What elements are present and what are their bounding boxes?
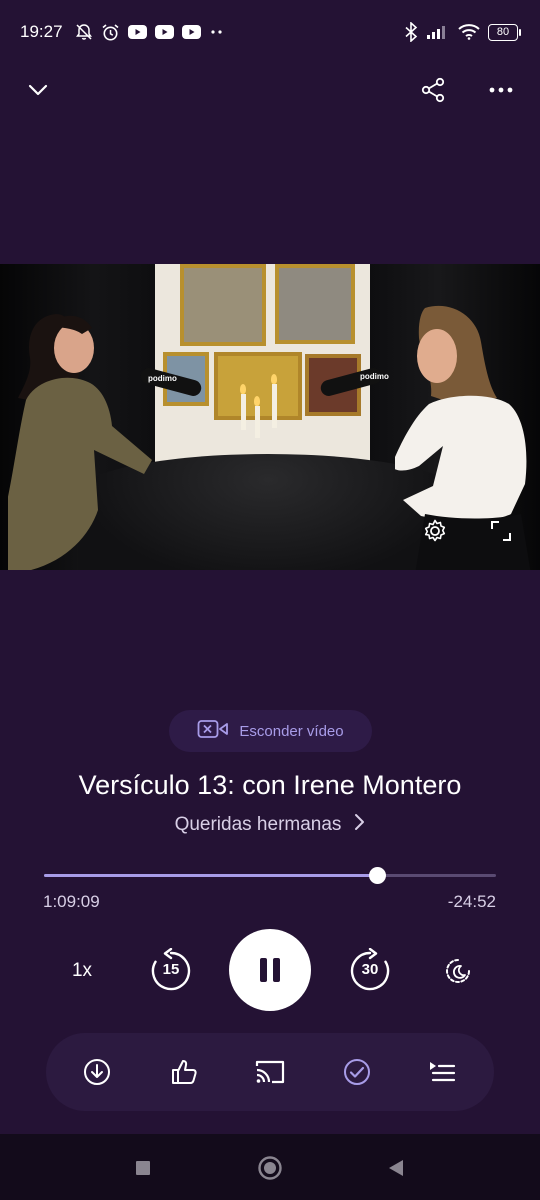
chevron-down-icon[interactable] [20,72,56,108]
candle [272,384,277,428]
pause-button[interactable] [229,929,311,1011]
queue-icon[interactable] [423,1053,461,1091]
candle [255,406,260,438]
progress-fill [44,874,377,877]
thumbs-up-icon[interactable] [165,1053,203,1091]
hide-video-label: Esconder vídeo [239,722,344,740]
skip-forward-label: 30 [361,961,379,978]
progress-bar[interactable] [44,867,496,884]
alarm-icon [101,23,120,42]
download-icon[interactable] [78,1053,116,1091]
fullscreen-icon[interactable] [483,513,519,549]
recents-icon[interactable] [129,1154,157,1182]
youtube-icon [154,25,174,39]
action-bar [46,1033,494,1111]
youtube-icon [127,25,147,39]
status-bar: 19:27 80 [0,0,540,64]
home-icon[interactable] [256,1154,284,1182]
muted-bell-icon [75,23,93,41]
settings-icon[interactable] [417,513,453,549]
video-player[interactable]: podimo podimo [0,264,540,570]
candle-flame [271,374,277,384]
cast-icon[interactable] [251,1053,289,1091]
more-horizontal-icon[interactable] [483,72,519,108]
candle [241,394,246,430]
player-top-bar [0,64,540,116]
skip-forward-button[interactable]: 30 [347,947,393,993]
check-circle-icon[interactable] [338,1053,376,1091]
signal-icon [426,24,450,40]
skip-back-label: 15 [162,961,180,978]
episode-title: Versículo 13: con Irene Montero [78,770,462,800]
mic-brand-label: podimo [360,372,389,381]
more-dots-icon [209,29,225,35]
youtube-icon [181,25,201,39]
remaining-time: -24:52 [447,892,496,911]
bluetooth-icon [404,22,418,42]
skip-back-button[interactable]: 15 [148,947,194,993]
sleep-timer-button[interactable] [440,953,476,989]
sleep-timer-icon [446,959,470,983]
system-nav-bar [0,1134,540,1200]
hide-video-icon [197,719,229,744]
battery-icon: 80 [488,23,521,41]
share-icon[interactable] [415,72,451,108]
back-icon[interactable] [382,1154,410,1182]
elapsed-time: 1:09:09 [43,892,100,911]
candle-flame [240,384,246,394]
hide-video-button[interactable]: Esconder vídeo [169,710,372,752]
painting-frame [275,264,355,344]
chevron-right-icon [353,813,365,837]
candle-flame [254,396,260,406]
progress-scrubber[interactable] [368,867,386,884]
video-person-left [4,314,158,570]
status-bar-left: 19:27 [20,22,225,42]
status-time: 19:27 [20,22,63,41]
wifi-icon [458,24,480,40]
painting-frame [180,264,266,346]
show-link[interactable]: Queridas hermanas [0,813,540,837]
show-name: Queridas hermanas [174,814,342,835]
pause-icon [260,958,280,982]
mic-brand-label: podimo [148,374,177,383]
status-bar-right: 80 [404,22,521,42]
playback-speed-button[interactable]: 1x [58,950,106,992]
